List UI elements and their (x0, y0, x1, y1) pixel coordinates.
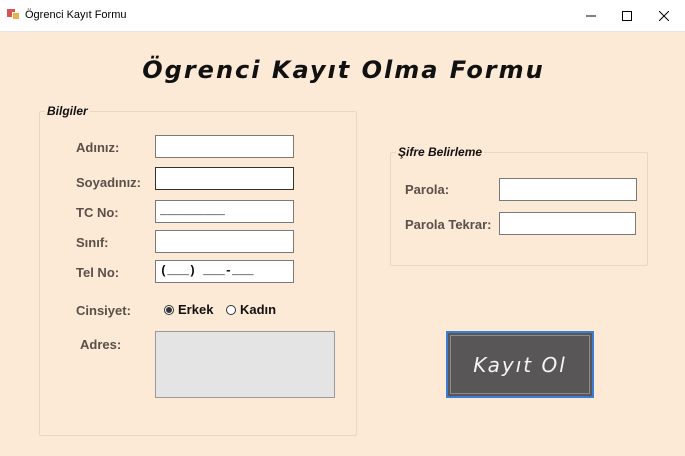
radio-female-label: Kadın (240, 302, 277, 317)
tc-label: TC No: (76, 205, 119, 220)
password-legend: Şifre Belirleme (396, 145, 485, 159)
radio-checked-icon (164, 304, 174, 315)
close-button[interactable] (646, 0, 682, 31)
password-input[interactable] (499, 178, 637, 201)
register-button-label: Kayıt Ol (473, 352, 567, 377)
register-button[interactable]: Kayıt Ol (446, 331, 594, 398)
gender-label: Cinsiyet: (76, 303, 131, 318)
minimize-icon (586, 15, 596, 16)
minimize-button[interactable] (573, 0, 609, 31)
password-group (390, 152, 648, 266)
address-label: Adres: (80, 337, 122, 352)
password-confirm-input[interactable] (499, 212, 636, 235)
radio-male[interactable]: Erkek (164, 302, 213, 317)
name-label: Adınız: (76, 140, 120, 155)
radio-male-label: Erkek (178, 302, 214, 317)
maximize-icon (622, 10, 632, 21)
password-confirm-label: Parola Tekrar: (405, 217, 492, 232)
bilgiler-legend: Bilgiler (45, 104, 90, 118)
surname-label: Soyadınız: (76, 175, 142, 190)
app-icon (7, 9, 20, 20)
address-textarea[interactable] (155, 331, 335, 398)
maximize-button[interactable] (609, 0, 645, 31)
password-label: Parola: (405, 182, 450, 197)
radio-female[interactable]: Kadın (226, 302, 276, 317)
phone-label: Tel No: (76, 265, 120, 280)
class-label: Sınıf: (76, 235, 109, 250)
title-bar: Ögrenci Kayıt Formu (0, 0, 685, 32)
radio-unchecked-icon (226, 304, 236, 315)
name-input[interactable] (155, 135, 294, 158)
phone-masked-input[interactable]: (___) ___-___ (155, 260, 294, 283)
surname-input[interactable] (155, 167, 294, 190)
class-input[interactable] (155, 230, 294, 253)
tc-masked-input[interactable]: _________ (155, 200, 294, 223)
close-icon (659, 10, 669, 21)
form-heading: Ögrenci Kayıt Olma Formu (142, 56, 545, 84)
window-title: Ögrenci Kayıt Formu (25, 9, 127, 21)
